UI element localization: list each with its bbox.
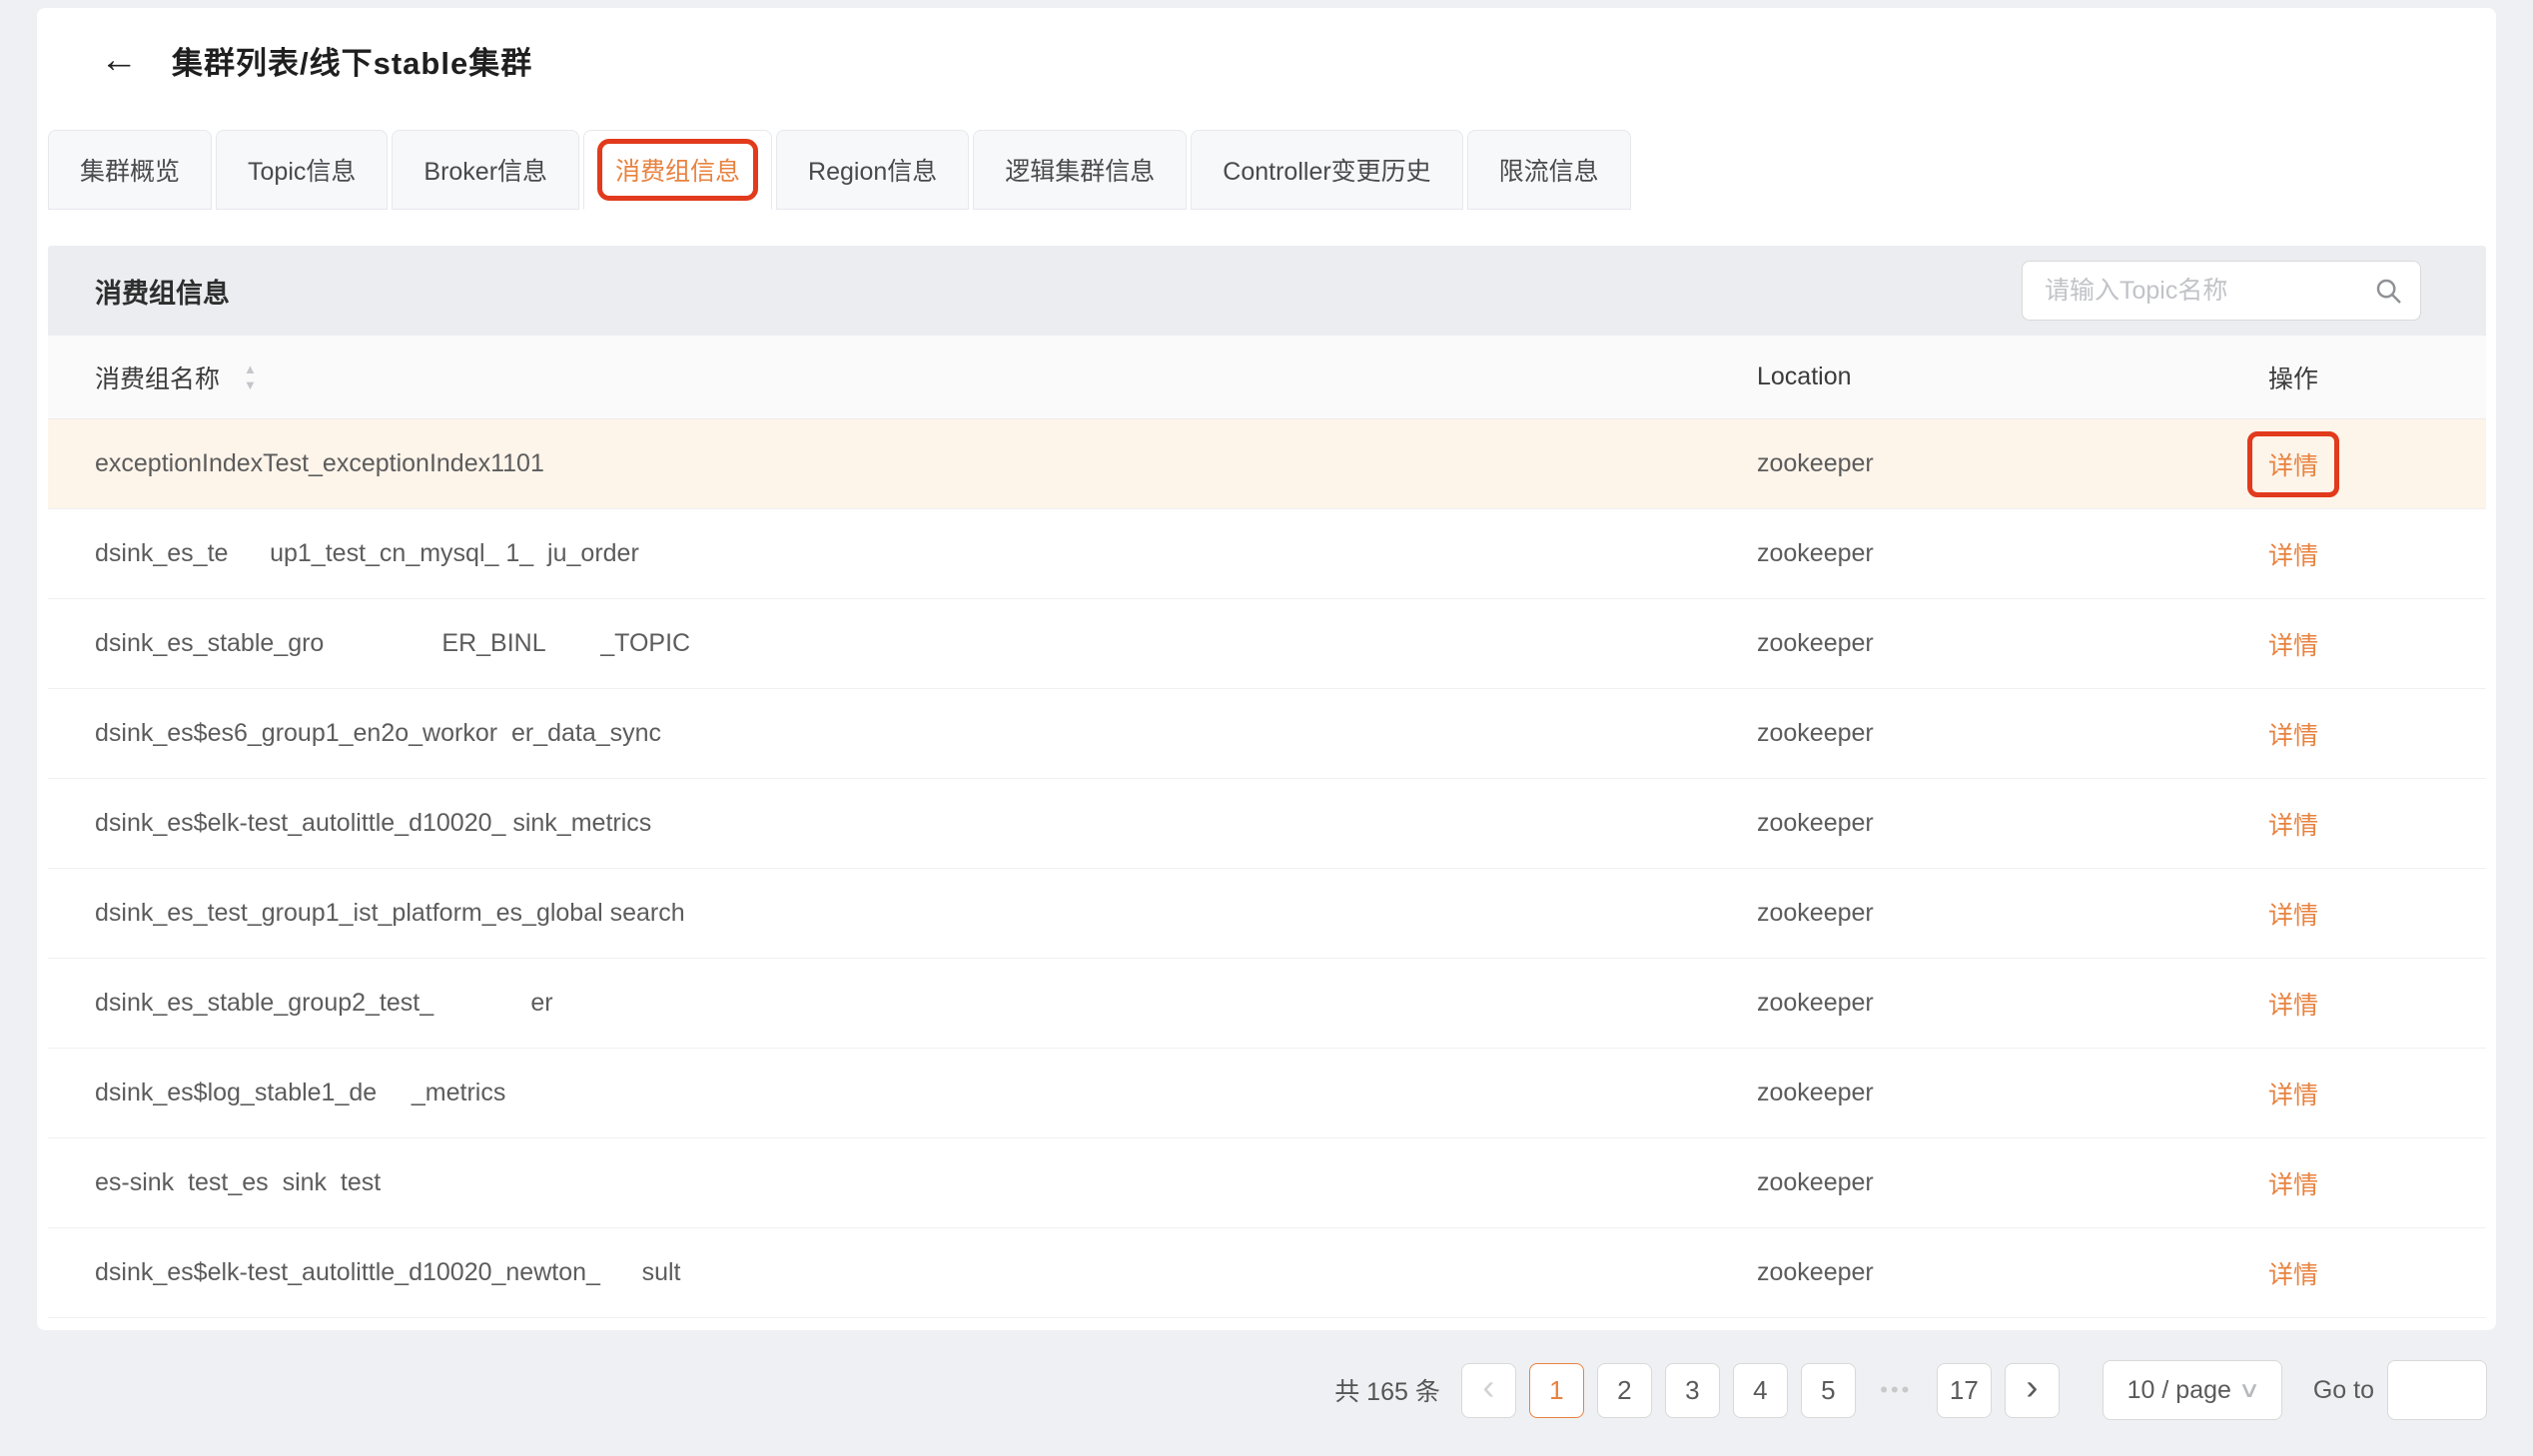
detail-link[interactable]: 详情 (2268, 902, 2318, 930)
detail-link[interactable]: 详情 (2268, 632, 2318, 660)
consumer-group-name: exceptionIndexTest_exceptionIndex1101 (48, 449, 1757, 478)
table-row: dsink_es_test_group1_ist_platform_es_glo… (48, 869, 2486, 959)
tab-label: 消费组信息 (615, 152, 740, 188)
sort-desc-icon[interactable]: ▼ (244, 378, 257, 391)
table-header-row: 消费组名称 ▲ ▼ Location 操作 (48, 336, 2486, 419)
location-value: zookeeper (1757, 989, 2236, 1018)
table-row: dsink_es$elk-test_autolittle_d10020_newt… (48, 1228, 2486, 1318)
page-button-3[interactable]: 3 (1665, 1363, 1720, 1418)
tab-consumer-group-info[interactable]: 消费组信息 (583, 130, 772, 210)
consumer-group-table: 消费组名称 ▲ ▼ Location 操作 exceptionIndexTest… (48, 336, 2486, 1318)
chevron-down-icon: ∨ (2238, 1377, 2261, 1403)
page-title: 集群列表/线下stable集群 (172, 38, 532, 83)
consumer-group-name: dsink_es_stable_group2_test_ er (48, 989, 1757, 1018)
consumer-group-name: dsink_es_test_group1_ist_platform_es_glo… (48, 899, 1757, 928)
tab-controller-history[interactable]: Controller变更历史 (1191, 130, 1462, 210)
prev-page-button[interactable]: ‹ (1461, 1363, 1516, 1418)
pagination: 共 165 条 ‹ 1 2 3 4 5 ••• 17 › 10 / page ∨… (1334, 1360, 2487, 1420)
goto-page-input[interactable] (2387, 1360, 2487, 1420)
table-row: es-sink test_es sink test zookeeper 详情 (48, 1138, 2486, 1228)
page-size-value: 10 / page (2127, 1376, 2231, 1405)
next-page-button[interactable]: › (2005, 1363, 2060, 1418)
page-button-4[interactable]: 4 (1733, 1363, 1788, 1418)
table-row: dsink_es_stable_group2_test_ er zookeepe… (48, 959, 2486, 1049)
search-icon[interactable] (2373, 276, 2403, 306)
page-button-1[interactable]: 1 (1529, 1363, 1584, 1418)
column-header-name[interactable]: 消费组名称 ▲ ▼ (48, 360, 1757, 395)
tab-bar: 集群概览 Topic信息 Broker信息 消费组信息 Region信息 逻辑集… (48, 130, 2496, 210)
tab-topic-info[interactable]: Topic信息 (216, 130, 388, 210)
section-title: 消费组信息 (95, 272, 230, 311)
page-size-select[interactable]: 10 / page ∨ (2103, 1360, 2282, 1420)
column-header-name-label: 消费组名称 (95, 360, 220, 395)
table-row: dsink_es_stable_gro ER_BINL _TOPIC zooke… (48, 599, 2486, 689)
location-value: zookeeper (1757, 539, 2236, 568)
detail-link[interactable]: 详情 (2268, 1171, 2318, 1199)
consumer-group-name: dsink_es_stable_gro ER_BINL _TOPIC (48, 629, 1757, 658)
section-header: 消费组信息 (48, 246, 2486, 336)
page-button-2[interactable]: 2 (1597, 1363, 1652, 1418)
detail-link[interactable]: 详情 (2268, 812, 2318, 840)
location-value: zookeeper (1757, 1079, 2236, 1107)
location-value: zookeeper (1757, 899, 2236, 928)
tab-region-info[interactable]: Region信息 (776, 130, 969, 210)
consumer-group-name: dsink_es$es6_group1_en2o_workor er_data_… (48, 719, 1757, 748)
table-row: dsink_es$log_stable1_de _metrics zookeep… (48, 1049, 2486, 1138)
detail-link[interactable]: 详情 (2268, 1082, 2318, 1109)
page-button-5[interactable]: 5 (1801, 1363, 1856, 1418)
tab-logical-cluster-info[interactable]: 逻辑集群信息 (973, 130, 1187, 210)
tab-cluster-overview[interactable]: 集群概览 (48, 130, 212, 210)
page-header: ← 集群列表/线下stable集群 (37, 8, 2496, 82)
page-button-17[interactable]: 17 (1937, 1363, 1992, 1418)
detail-link[interactable]: 详情 (2268, 1261, 2318, 1289)
column-header-location: Location (1757, 363, 2236, 391)
column-header-action: 操作 (2236, 360, 2486, 395)
sort-control[interactable]: ▲ ▼ (244, 363, 257, 391)
table-row: dsink_es$es6_group1_en2o_workor er_data_… (48, 689, 2486, 779)
detail-link[interactable]: 详情 (2247, 431, 2339, 497)
location-value: zookeeper (1757, 1168, 2236, 1197)
ellipsis-jump[interactable]: ••• (1869, 1377, 1924, 1403)
detail-link[interactable]: 详情 (2268, 542, 2318, 570)
location-value: zookeeper (1757, 629, 2236, 658)
detail-link[interactable]: 详情 (2268, 722, 2318, 750)
consumer-group-name: dsink_es$elk-test_autolittle_d10020_newt… (48, 1258, 1757, 1287)
location-value: zookeeper (1757, 719, 2236, 748)
detail-link[interactable]: 详情 (2268, 992, 2318, 1020)
tab-broker-info[interactable]: Broker信息 (392, 130, 579, 210)
sort-asc-icon[interactable]: ▲ (244, 363, 257, 375)
consumer-group-name: dsink_es$log_stable1_de _metrics (48, 1079, 1757, 1107)
table-row: dsink_es$elk-test_autolittle_d10020_ sin… (48, 779, 2486, 869)
main-panel: ← 集群列表/线下stable集群 集群概览 Topic信息 Broker信息 … (37, 8, 2496, 1330)
location-value: zookeeper (1757, 1258, 2236, 1287)
topic-search (2022, 261, 2421, 321)
annotation-box: 消费组信息 (597, 139, 758, 201)
table-row: dsink_es_te up1_test_cn_mysql_ 1_ ju_ord… (48, 509, 2486, 599)
consumer-group-name: dsink_es$elk-test_autolittle_d10020_ sin… (48, 809, 1757, 838)
goto-label: Go to (2313, 1376, 2374, 1405)
tab-throttle-info[interactable]: 限流信息 (1467, 130, 1631, 210)
search-input[interactable] (2022, 261, 2421, 321)
consumer-group-name: es-sink test_es sink test (48, 1168, 1757, 1197)
consumer-group-name: dsink_es_te up1_test_cn_mysql_ 1_ ju_ord… (48, 539, 1757, 568)
location-value: zookeeper (1757, 809, 2236, 838)
table-row: exceptionIndexTest_exceptionIndex1101 zo… (48, 419, 2486, 509)
back-icon[interactable]: ← (100, 41, 138, 79)
total-count: 共 165 条 (1334, 1372, 1440, 1408)
location-value: zookeeper (1757, 449, 2236, 478)
